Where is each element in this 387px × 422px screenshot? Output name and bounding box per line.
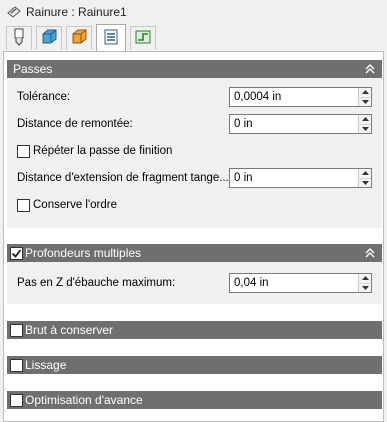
fragment-stepper[interactable]: 0 in <box>229 168 372 188</box>
keep-order-row[interactable]: Conserve l'ordre <box>17 195 117 215</box>
feed-optimization-header[interactable]: Optimisation d'avance <box>7 391 382 409</box>
smoothing-header[interactable]: Lissage <box>7 356 382 374</box>
passes-header[interactable]: Passes <box>7 60 382 78</box>
multi-depths-checkbox[interactable] <box>10 246 23 260</box>
tab-bar <box>0 24 387 51</box>
fragment-row: Distance d'extension de fragment tange..… <box>17 168 229 188</box>
geometry-icon <box>40 29 58 48</box>
window-title: Rainure : Rainure1 <box>26 5 127 19</box>
multi-depths-header[interactable]: Profondeurs multiples <box>7 244 382 262</box>
retract-row: Distance de remontée: <box>17 114 133 134</box>
max-roughing-label: Pas en Z d'ébauche maximum: <box>17 277 176 289</box>
tab-linking[interactable] <box>130 26 156 50</box>
groove-icon <box>6 4 22 20</box>
retract-value[interactable]: 0 in <box>234 118 358 130</box>
passes-title: Passes <box>13 62 53 76</box>
tolerance-label: Tolérance: <box>17 91 71 103</box>
feed-optimization-checkbox[interactable] <box>10 393 23 407</box>
spin-down-icon[interactable] <box>359 282 371 292</box>
parameters-panel: Passes Tolérance: 0,0004 in Distance de … <box>3 51 384 422</box>
max-roughing-row: Pas en Z d'ébauche maximum: <box>17 273 175 293</box>
passes-body: Tolérance: 0,0004 in Distance de remonté… <box>7 78 382 228</box>
passes-icon <box>103 29 119 48</box>
spin-up-icon[interactable] <box>359 88 371 97</box>
spin-up-icon[interactable] <box>359 274 371 283</box>
feed-optimization-title: Optimisation d'avance <box>25 393 143 407</box>
max-roughing-stepper[interactable]: 0,04 in <box>229 273 372 293</box>
spin-up-icon[interactable] <box>359 169 371 178</box>
tab-tool[interactable] <box>6 26 32 50</box>
smoothing-checkbox[interactable] <box>10 358 23 372</box>
tab-heights[interactable] <box>66 26 92 50</box>
stock-to-leave-checkbox[interactable] <box>10 323 23 337</box>
fragment-label: Distance d'extension de fragment tange..… <box>17 172 229 184</box>
keep-order-label: Conserve l'ordre <box>33 199 118 211</box>
spin-up-icon[interactable] <box>359 115 371 124</box>
tolerance-stepper[interactable]: 0,0004 in <box>229 87 372 107</box>
heights-icon <box>70 29 88 48</box>
tab-geometry[interactable] <box>36 26 62 50</box>
repeat-finish-label: Répéter la passe de finition <box>33 145 173 157</box>
collapse-icon[interactable] <box>362 245 378 261</box>
retract-label: Distance de remontée: <box>17 118 133 130</box>
repeat-finish-checkbox[interactable] <box>17 144 30 158</box>
max-roughing-value[interactable]: 0,04 in <box>234 277 358 289</box>
multi-depths-title: Profondeurs multiples <box>25 246 142 260</box>
multi-depths-body: Pas en Z d'ébauche maximum: 0,04 in <box>7 262 382 304</box>
tab-passes[interactable] <box>96 24 126 51</box>
title-bar: Rainure : Rainure1 <box>0 0 387 24</box>
repeat-finish-row[interactable]: Répéter la passe de finition <box>17 141 172 161</box>
linking-icon <box>135 29 151 48</box>
stock-to-leave-header[interactable]: Brut à conserver <box>7 321 382 339</box>
spin-down-icon[interactable] <box>359 123 371 133</box>
retract-stepper[interactable]: 0 in <box>229 114 372 134</box>
smoothing-title: Lissage <box>25 358 67 372</box>
keep-order-checkbox[interactable] <box>17 198 30 212</box>
stock-to-leave-title: Brut à conserver <box>25 323 114 337</box>
spin-down-icon[interactable] <box>359 177 371 187</box>
collapse-icon[interactable] <box>362 61 378 77</box>
tolerance-row: Tolérance: <box>17 87 70 107</box>
tolerance-value[interactable]: 0,0004 in <box>234 91 358 103</box>
spin-down-icon[interactable] <box>359 96 371 106</box>
fragment-value[interactable]: 0 in <box>234 172 358 184</box>
tool-icon <box>11 28 27 49</box>
